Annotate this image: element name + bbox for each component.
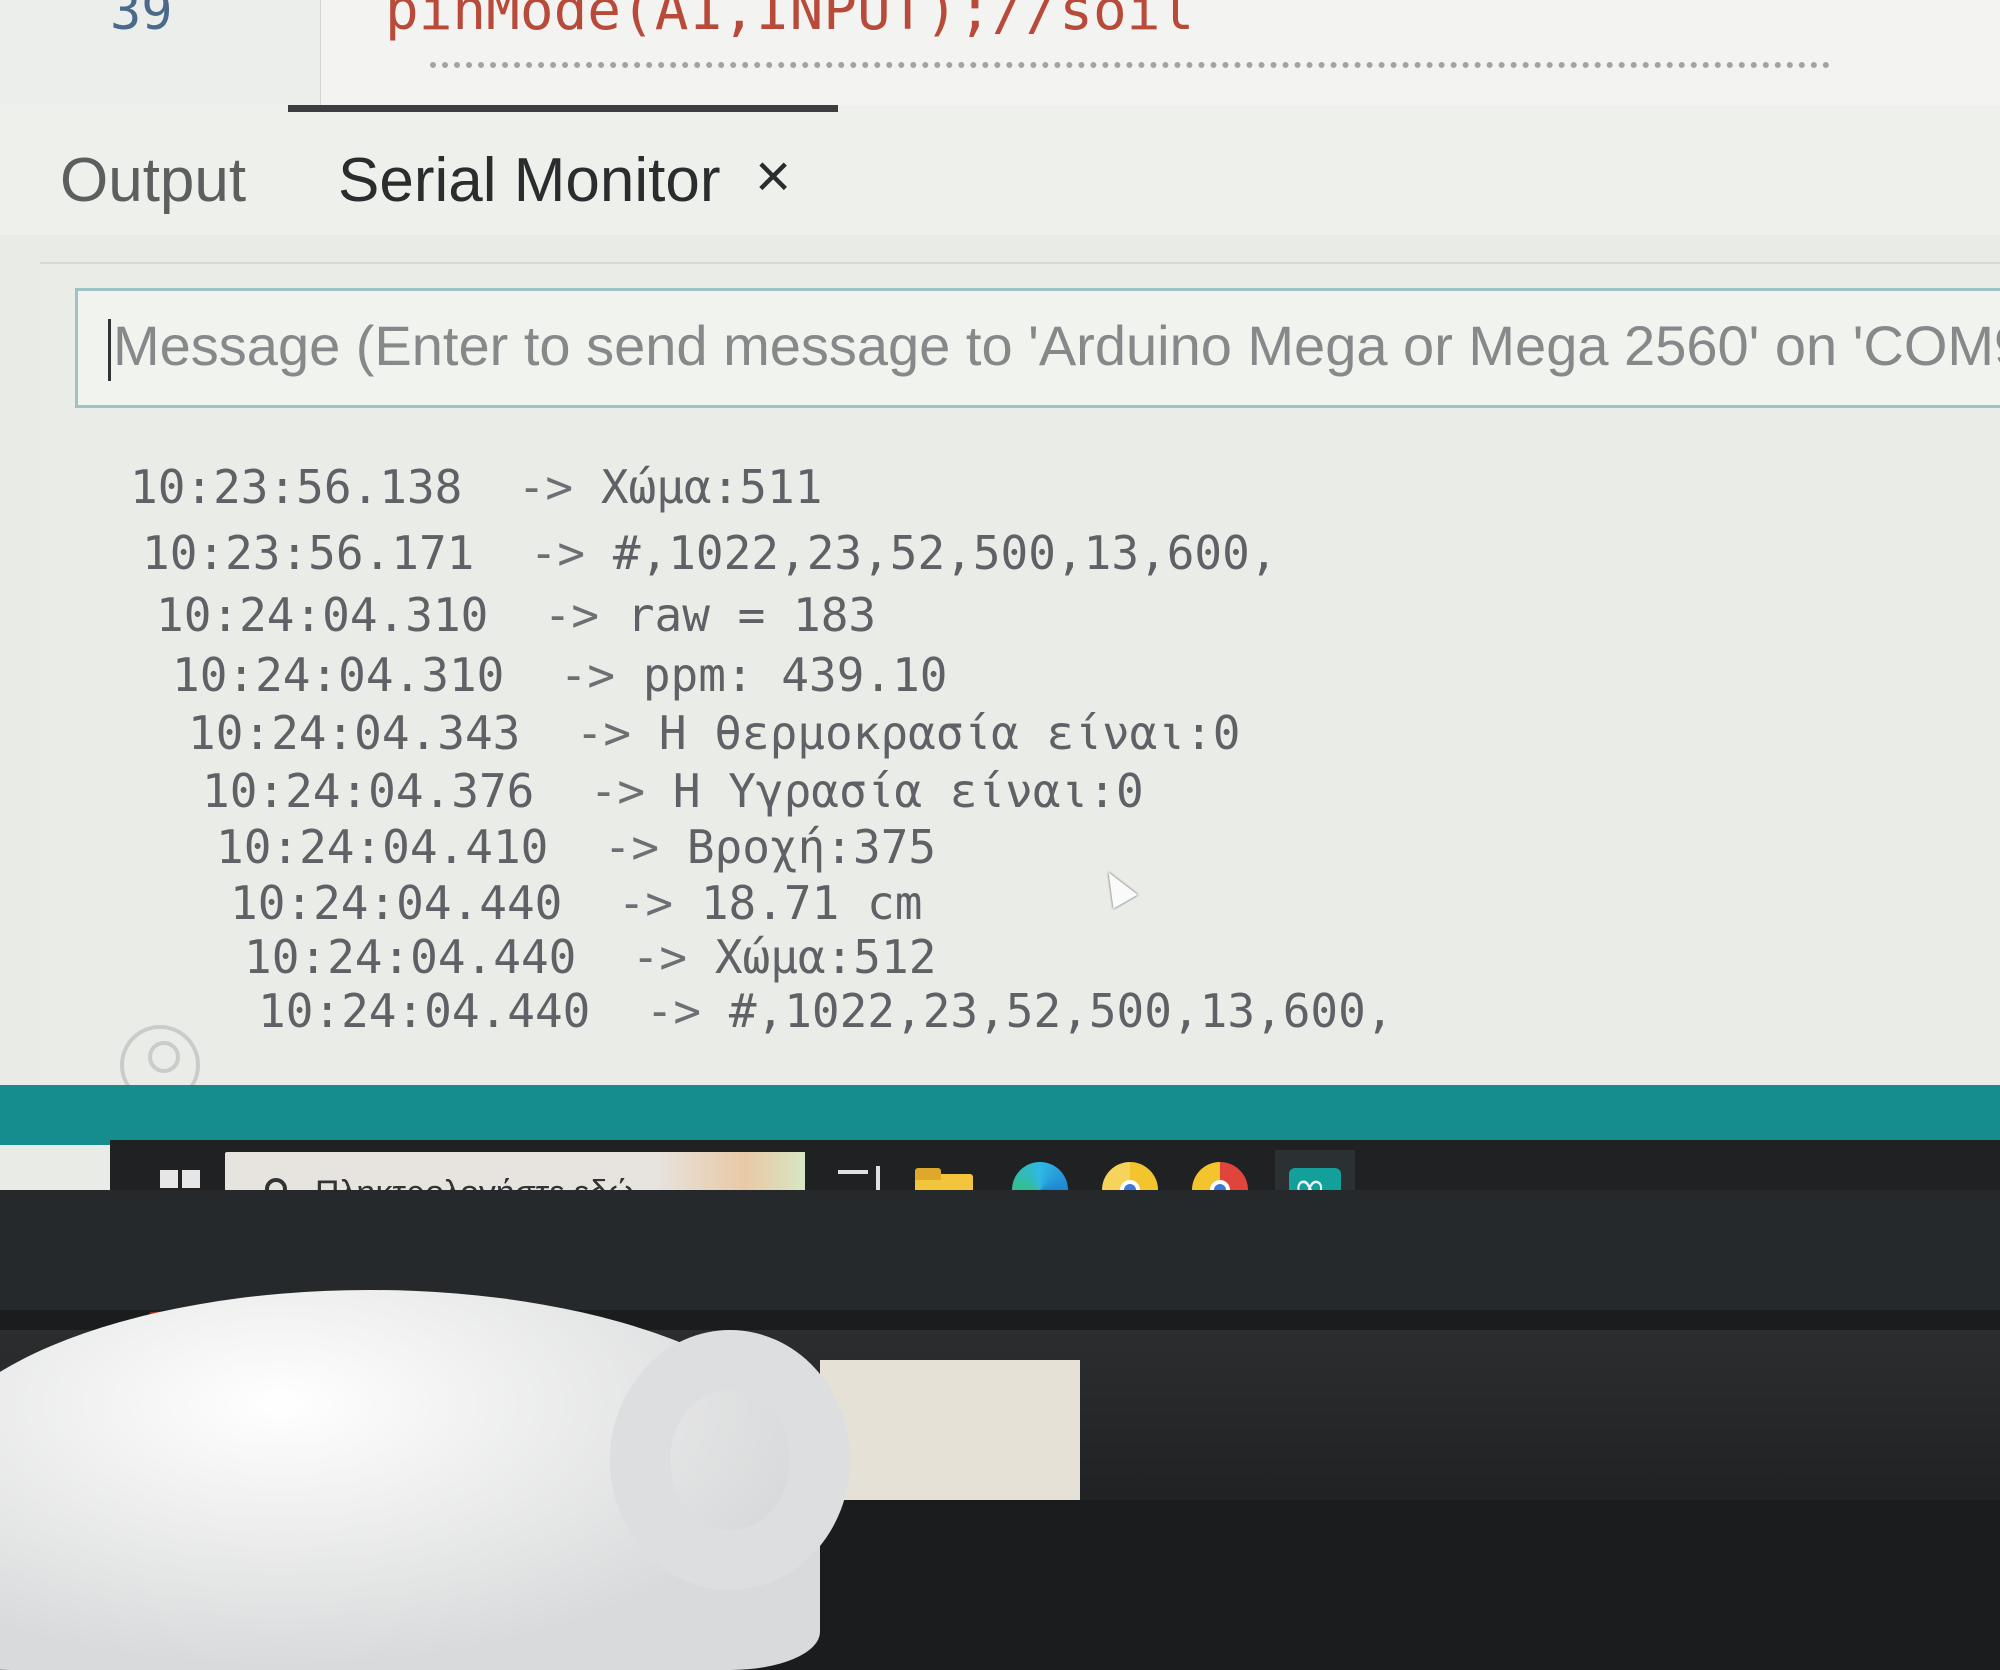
log-arrow: ->: [529, 526, 586, 580]
log-line: 10:24:04.310 -> raw = 183: [156, 588, 876, 642]
log-line: 10:24:04.440 -> #,1022,23,52,500,13,600,: [258, 984, 1394, 1038]
log-line: 10:24:04.376 -> Η Υγρασία είναι:0: [202, 764, 1144, 818]
code-editor[interactable]: 39 pinMode(A1,INPUT);//soil: [0, 0, 2000, 107]
tab-serial-monitor[interactable]: Serial Monitor: [338, 145, 720, 216]
log-line: 10:24:04.440 -> 18.71 cm: [230, 876, 922, 930]
log-timestamp: 10:24:04.440: [258, 984, 591, 1038]
monitor-screen: 39 pinMode(A1,INPUT);//soil Output Seria…: [0, 0, 2000, 1190]
log-arrow: ->: [589, 764, 646, 818]
active-tab-indicator: [288, 105, 838, 112]
log-line: 10:24:04.343 -> Η θερμοκρασία είναι:0: [188, 706, 1240, 760]
log-line: 10:24:04.440 -> Χώμα:512: [244, 930, 936, 984]
paper-sheet: [820, 1360, 1080, 1500]
log-text: Η Υγρασία είναι:0: [672, 764, 1144, 818]
log-timestamp: 10:23:56.171: [142, 526, 475, 580]
log-text: #,1022,23,52,500,13,600,: [612, 526, 1278, 580]
log-timestamp: 10:24:04.376: [202, 764, 535, 818]
log-arrow: ->: [543, 588, 600, 642]
line-number: 39: [110, 0, 173, 42]
code-line[interactable]: pinMode(A1,INPUT);//soil: [385, 0, 1194, 43]
log-text: raw = 183: [626, 588, 877, 642]
log-text: Η θερμοκρασία είναι:0: [658, 706, 1241, 760]
log-line: 10:24:04.410 -> Βροχή:375: [216, 820, 936, 874]
partial-code-line: [430, 62, 1830, 80]
log-timestamp: 10:24:04.310: [156, 588, 489, 642]
log-arrow: ->: [617, 876, 674, 930]
log-timestamp: 10:23:56.138: [130, 460, 463, 514]
log-text: 18.71 cm: [700, 876, 923, 930]
log-timestamp: 10:24:04.440: [244, 930, 577, 984]
close-icon[interactable]: ×: [755, 141, 791, 212]
log-line: 10:23:56.171 -> #,1022,23,52,500,13,600,: [142, 526, 1278, 580]
log-arrow: ->: [603, 820, 660, 874]
log-timestamp: 10:24:04.440: [230, 876, 563, 930]
status-bar: [0, 1085, 2000, 1145]
log-line: 10:24:04.310 -> ppm: 439.10: [172, 648, 947, 702]
log-arrow: ->: [559, 648, 616, 702]
log-arrow: ->: [631, 930, 688, 984]
log-arrow: ->: [645, 984, 702, 1038]
log-text: Βροχή:375: [686, 820, 937, 874]
line-number-gutter: 39: [0, 0, 321, 105]
log-text: ppm: 439.10: [642, 648, 948, 702]
log-text: Χώμα:512: [714, 930, 937, 984]
log-arrow: ->: [575, 706, 632, 760]
log-timestamp: 10:24:04.310: [172, 648, 505, 702]
tab-output[interactable]: Output: [60, 145, 246, 216]
mug-handle: [610, 1330, 850, 1590]
text-caret: [108, 319, 111, 382]
message-input[interactable]: Message (Enter to send message to 'Ardui…: [75, 288, 2000, 408]
message-placeholder: Message (Enter to send message to 'Ardui…: [113, 314, 2000, 377]
log-text: Χώμα:511: [600, 460, 823, 514]
log-line: 10:23:56.138 -> Χώμα:511: [130, 460, 822, 514]
log-arrow: ->: [517, 460, 574, 514]
log-timestamp: 10:24:04.410: [216, 820, 549, 874]
bottom-panel-tabs: Output Serial Monitor ×: [0, 105, 2000, 235]
log-timestamp: 10:24:04.343: [188, 706, 521, 760]
log-text: #,1022,23,52,500,13,600,: [728, 984, 1394, 1038]
